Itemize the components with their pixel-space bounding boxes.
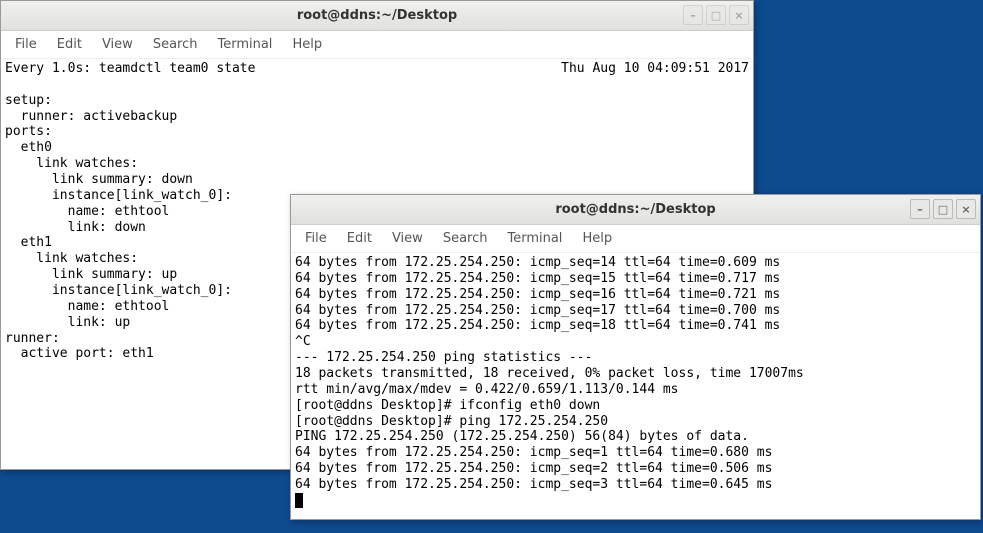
window-title: root@ddns:~/Desktop [555, 202, 715, 217]
menu-terminal[interactable]: Terminal [499, 228, 570, 249]
menu-help[interactable]: Help [574, 228, 620, 249]
menu-edit[interactable]: Edit [339, 228, 380, 249]
cursor-icon [295, 493, 303, 508]
menu-view[interactable]: View [384, 228, 431, 249]
menu-search[interactable]: Search [145, 34, 206, 55]
titlebar[interactable]: root@ddns:~/Desktop – □ × [291, 195, 980, 225]
menu-search[interactable]: Search [435, 228, 496, 249]
window-controls: – □ × [910, 199, 976, 219]
minimize-button[interactable]: – [910, 199, 930, 219]
menu-edit[interactable]: Edit [49, 34, 90, 55]
ping-output: 64 bytes from 172.25.254.250: icmp_seq=1… [295, 255, 804, 492]
menu-view[interactable]: View [94, 34, 141, 55]
menubar: File Edit View Search Terminal Help [291, 225, 980, 253]
terminal-output[interactable]: 64 bytes from 172.25.254.250: icmp_seq=1… [291, 253, 980, 519]
close-button[interactable]: × [729, 5, 749, 25]
watch-command: Every 1.0s: teamdctl team0 state [5, 61, 255, 77]
terminal-window-ping: root@ddns:~/Desktop – □ × File Edit View… [290, 194, 981, 520]
menu-terminal[interactable]: Terminal [209, 34, 280, 55]
window-controls: – □ × [683, 5, 749, 25]
menubar: File Edit View Search Terminal Help [1, 31, 753, 59]
menu-file[interactable]: File [297, 228, 335, 249]
window-title: root@ddns:~/Desktop [297, 8, 457, 23]
menu-file[interactable]: File [7, 34, 45, 55]
maximize-button[interactable]: □ [933, 199, 953, 219]
close-button[interactable]: × [956, 199, 976, 219]
watch-body: setup: runner: activebackup ports: eth0 … [5, 93, 232, 362]
minimize-button[interactable]: – [683, 5, 703, 25]
maximize-button[interactable]: □ [706, 5, 726, 25]
watch-timestamp: Thu Aug 10 04:09:51 2017 [561, 61, 749, 77]
titlebar[interactable]: root@ddns:~/Desktop – □ × [1, 1, 753, 31]
menu-help[interactable]: Help [284, 34, 330, 55]
